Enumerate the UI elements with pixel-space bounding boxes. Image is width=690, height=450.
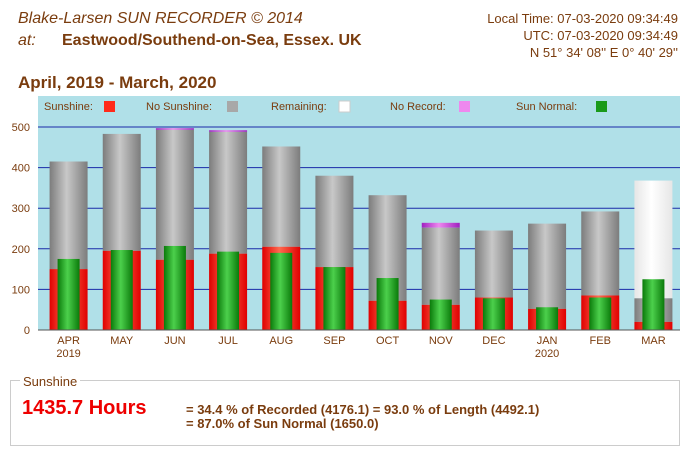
x-tick-label: MAY [110,335,134,347]
sun-normal-bar [270,252,293,330]
legend-label: No Sunshine: [146,101,212,113]
x-tick-label: APR [57,335,80,347]
x-tick-label: OCT [376,335,400,347]
sun-normal-bar [642,279,665,330]
sun-normal-bar [323,267,346,330]
x-tick-label: JUN [164,335,185,347]
no-sunshine-bar [102,133,141,251]
no-record-bar [209,130,248,132]
no-sunshine-bar [155,129,194,260]
no-sunshine-bar [315,175,354,268]
sun-normal-bar [482,298,505,330]
recorder-title: Blake-Larsen SUN RECORDER © 2014 [18,10,303,27]
coordinates: N 51° 34' 08'' E 0° 40' 29'' [529,45,678,60]
no-record-bar [155,128,194,130]
x-tick-label: AUG [269,335,293,347]
summary-label: Sunshine [20,374,81,389]
location-name: Eastwood/Southend-on-Sea, Essex. UK [62,32,362,49]
sun-normal-bar [376,278,399,330]
x-tick-label: 2019 [56,348,80,360]
summary-line-1: = 34.4 % of Recorded (4176.1) = 93.0 % o… [186,402,540,417]
no-sunshine-bar [581,211,620,296]
x-tick-label: SEP [323,335,345,347]
no-sunshine-bar [49,161,88,270]
no-sunshine-bar [528,223,567,309]
local-time: Local Time: 07-03-2020 09:34:49 [487,11,678,26]
x-tick-label: JAN [537,335,558,347]
x-tick-label: 2020 [535,348,559,360]
x-tick-label: JUL [218,335,238,347]
legend-swatch [104,101,115,112]
legend-label: Sunshine: [44,101,93,113]
total-hours: 1435.7 Hours [22,397,147,419]
at-label: at: [18,32,36,49]
y-tick-label: 100 [12,284,30,296]
y-tick-label: 400 [12,163,30,175]
y-tick-label: 200 [12,244,30,256]
no-record-bar [421,222,460,228]
y-tick-label: 500 [12,122,30,134]
legend-swatch [459,101,470,112]
legend-label: Sun Normal: [516,101,577,113]
legend-swatch [227,101,238,112]
no-sunshine-bar [421,227,460,305]
sun-normal-bar [57,258,80,330]
sun-normal-bar [536,307,559,330]
no-sunshine-bar [262,146,301,247]
x-tick-label: FEB [590,335,611,347]
x-tick-label: DEC [482,335,505,347]
sun-normal-bar [217,251,240,330]
no-sunshine-bar [474,230,513,298]
sun-normal-bar [429,299,452,330]
time-info: Local Time: 07-03-2020 09:34:49 UTC: 07-… [487,10,678,61]
sunshine-chart: Sunshine: No Sunshine: Remaining: No Record… [12,96,680,360]
legend-label: Remaining: [271,101,327,113]
sun-normal-bar [110,250,133,330]
sun-normal-bar [163,245,186,330]
y-tick-label: 0 [24,325,30,337]
legend-swatch [338,100,351,113]
legend-swatch [596,101,607,112]
no-sunshine-bar [209,131,248,254]
utc-time: UTC: 07-03-2020 09:34:49 [523,28,678,43]
y-tick-label: 300 [12,203,30,215]
x-tick-label: NOV [429,335,454,347]
legend-label: No Record: [390,101,446,113]
sun-normal-bar [589,297,612,330]
summary-line-2: = 87.0% of Sun Normal (1650.0) [186,416,379,431]
period-title: April, 2019 - March, 2020 [18,73,217,92]
x-tick-label: MAR [641,335,666,347]
